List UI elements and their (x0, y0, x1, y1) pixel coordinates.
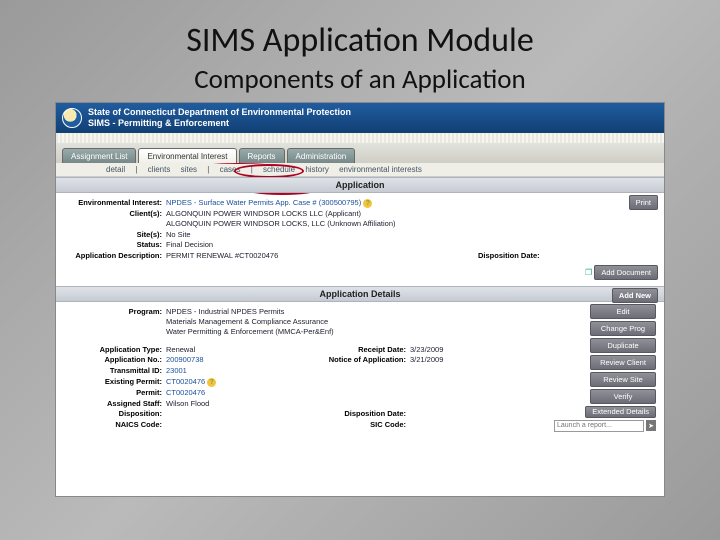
existing-permit-link[interactable]: CT0020476 (166, 377, 205, 386)
subtab-cases[interactable]: cases (220, 165, 241, 174)
banner-line1: State of Connecticut Department of Envir… (88, 107, 351, 118)
receipt-date-label: Receipt Date: (300, 345, 410, 355)
permit-link[interactable]: CT0020476 (166, 388, 205, 397)
slide-subtitle: Components of an Application (48, 63, 672, 96)
dispdate-label: Disposition Date: (478, 251, 544, 260)
appdesc-value: PERMIT RENEWAL #CT0020476 (166, 251, 478, 261)
subtab-sites[interactable]: sites (181, 165, 197, 174)
transmittal-label: Transmittal ID: (62, 366, 166, 376)
disposition-label: Disposition: (62, 409, 166, 419)
state-seal-icon (62, 108, 82, 128)
clients-label: Client(s): (62, 209, 166, 229)
review-client-button[interactable]: Review Client (590, 355, 656, 370)
status-value: Final Decision (166, 240, 658, 250)
tab-administration[interactable]: Administration (287, 148, 356, 163)
dispdate2-label: Disposition Date: (300, 409, 410, 419)
sic-value (410, 420, 538, 430)
decorative-strip (56, 133, 664, 143)
tab-assignment-list[interactable]: Assignment List (62, 148, 136, 163)
document-icon[interactable] (585, 268, 592, 277)
program-value-3: Water Permitting & Enforcement (MMCA-Per… (166, 327, 538, 337)
sub-tabs: detail | clients sites | cases | schedul… (56, 163, 664, 177)
staff-label: Assigned Staff: (62, 399, 166, 409)
naics-label: NAICS Code: (62, 420, 166, 430)
program-value-1: NPDES - Industrial NPDES Permits (166, 307, 538, 317)
print-button[interactable]: Print (629, 195, 658, 210)
env-interest-link[interactable]: NPDES - Surface Water Permits App. Case … (166, 198, 361, 207)
application-section-bar: Application (56, 177, 664, 193)
status-label: Status: (62, 240, 166, 250)
program-value-2: Materials Management & Compliance Assura… (166, 317, 538, 327)
staff-value: Wilson Flood (166, 399, 300, 409)
program-label: Program: (62, 307, 166, 336)
env-interest-label: Environmental Interest: (62, 198, 166, 208)
change-prog-button[interactable]: Change Prog (590, 321, 656, 336)
apptype-label: Application Type: (62, 345, 166, 355)
launch-report-go-icon[interactable]: ➤ (646, 420, 656, 431)
duplicate-button[interactable]: Duplicate (590, 338, 656, 353)
receipt-date-value: 3/23/2009 (410, 345, 538, 355)
subtab-detail[interactable]: detail (106, 165, 125, 174)
detail-action-buttons: Edit Change Prog Duplicate Review Client… (554, 304, 656, 432)
env-interest-value: NPDES - Surface Water Permits App. Case … (166, 198, 658, 208)
application-details-section-bar: Application Details Add New (56, 286, 664, 302)
notice-label: Notice of Application: (300, 355, 410, 365)
edit-button[interactable]: Edit (590, 304, 656, 319)
client-value-2: ALGONQUIN POWER WINDSOR LOCKS, LLC (Unkn… (166, 219, 658, 229)
sites-label: Site(s): (62, 230, 166, 240)
subtab-clients[interactable]: clients (148, 165, 171, 174)
review-site-button[interactable]: Review Site (590, 372, 656, 387)
help-icon[interactable] (363, 198, 372, 207)
extended-details-button[interactable]: Extended Details (585, 406, 656, 418)
help-icon[interactable] (207, 377, 216, 386)
client-value-1: ALGONQUIN POWER WINDSOR LOCKS LLC (Appli… (166, 209, 658, 219)
transmittal-link[interactable]: 23001 (166, 366, 187, 375)
appdesc-label: Application Description: (62, 251, 166, 261)
naics-value (166, 420, 300, 430)
subtab-schedule[interactable]: schedule (263, 165, 295, 174)
launch-report-input[interactable] (554, 420, 644, 432)
add-new-button[interactable]: Add New (612, 288, 658, 303)
verify-button[interactable]: Verify (590, 389, 656, 404)
sic-label: SIC Code: (300, 420, 410, 430)
launch-report-control: ➤ (554, 420, 656, 432)
tab-reports[interactable]: Reports (239, 148, 285, 163)
app-banner: State of Connecticut Department of Envir… (56, 103, 664, 133)
banner-line2: SIMS - Permitting & Enforcement (88, 118, 351, 129)
notice-value: 3/21/2009 (410, 355, 538, 365)
appno-label: Application No.: (62, 355, 166, 365)
dispdate2-value (410, 409, 538, 419)
add-document-button[interactable]: Add Document (594, 265, 658, 280)
existing-permit-label: Existing Permit: (62, 377, 166, 387)
permit-label: Permit: (62, 388, 166, 398)
subtab-history[interactable]: history (305, 165, 329, 174)
sims-application-window: State of Connecticut Department of Envir… (55, 102, 665, 497)
disposition-value (166, 409, 300, 419)
apptype-value: Renewal (166, 345, 300, 355)
subtab-env-interests[interactable]: environmental interests (339, 165, 422, 174)
primary-tabs: Assignment List Environmental Interest R… (56, 143, 664, 163)
slide-title: SIMS Application Module (48, 20, 672, 61)
appno-link[interactable]: 200900738 (166, 355, 204, 364)
sites-value: No Site (166, 230, 658, 240)
tab-environmental-interest[interactable]: Environmental Interest (138, 148, 236, 163)
